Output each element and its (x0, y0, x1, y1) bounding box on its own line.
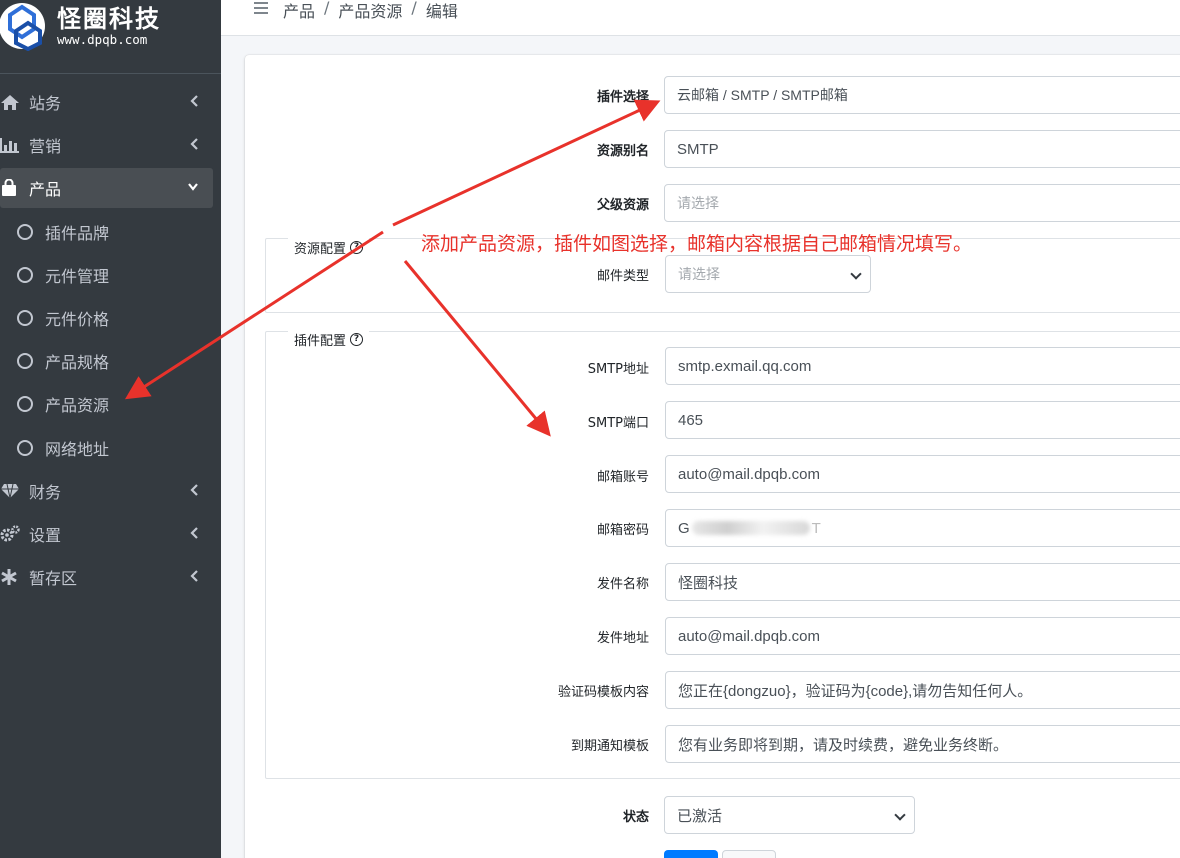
chevron-left-icon (190, 484, 198, 496)
chevron-left-icon (190, 138, 198, 150)
redacted-password-blur (691, 521, 810, 535)
breadcrumb-separator: / (411, 0, 417, 17)
email-password-input[interactable]: G T (665, 509, 1180, 547)
brand[interactable]: 怪圈科技 www.dpqb.com (0, 0, 221, 74)
sender-name-label: 发件名称 (596, 577, 649, 592)
shopping-bag-icon (0, 179, 22, 197)
sender-address-label: 发件地址 (596, 631, 649, 646)
sidebar-subitem-component-management[interactable]: 元件管理 (0, 255, 213, 295)
sidebar-subitem-label: 元件管理 (45, 267, 110, 286)
plugin-select-label: 插件选择 (596, 90, 649, 105)
code-template-label: 验证码模板内容 (557, 685, 649, 700)
brand-logo-icon (0, 3, 45, 51)
smtp-port-input[interactable]: 465 (665, 401, 1180, 439)
email-account-input[interactable]: auto@mail.dpqb.com (665, 455, 1180, 493)
plugin-config-legend-text: 插件配置 (294, 334, 347, 349)
expire-template-label: 到期通知模板 (570, 739, 649, 754)
sidebar-subitem-plugin-brand[interactable]: 插件品牌 (0, 212, 213, 252)
sidebar-subitem-label: 插件品牌 (45, 224, 110, 243)
sidebar-subitem-label: 元件价格 (45, 310, 110, 329)
chevron-left-icon (190, 527, 198, 539)
menu-toggle-icon[interactable] (253, 0, 269, 16)
sidebar-subitem-label: 产品资源 (45, 396, 110, 415)
circle-icon (17, 440, 33, 456)
gears-icon (0, 525, 22, 543)
sidebar-item-settings[interactable]: 设置 (0, 514, 213, 554)
chevron-left-icon (190, 570, 198, 582)
smtp-host-label: SMTP地址 (587, 362, 649, 377)
circle-icon (17, 396, 33, 412)
resource-config-legend-text: 资源配置 (294, 242, 347, 257)
sidebar-item-label: 站务 (29, 94, 62, 113)
sidebar-item-label: 财务 (29, 483, 62, 502)
breadcrumb-item-products[interactable]: 产品 (283, 0, 315, 22)
sidebar-item-products[interactable]: 产品 (0, 168, 213, 208)
smtp-port-label: SMTP端口 (587, 416, 649, 431)
sidebar-item-finance[interactable]: 财务 (0, 471, 213, 511)
resource-config-legend: 资源配置 ? (288, 238, 370, 257)
help-icon[interactable]: ? (350, 333, 364, 346)
parent-resource-label: 父级资源 (596, 198, 649, 213)
home-icon (0, 93, 22, 111)
parent-resource-select[interactable]: 请选择 (664, 184, 1180, 222)
sidebar-subitem-product-specs[interactable]: 产品规格 (0, 341, 213, 381)
reset-button[interactable] (722, 850, 776, 858)
top-navbar: 产品 / 产品资源 / 编辑 (221, 0, 1180, 36)
breadcrumb-separator: / (324, 0, 330, 17)
submit-button[interactable] (664, 850, 718, 858)
diamond-icon (0, 482, 22, 500)
sidebar-item-label: 设置 (29, 526, 62, 545)
resource-alias-input[interactable]: SMTP (664, 130, 1180, 168)
email-account-label: 邮箱账号 (596, 470, 649, 485)
plugin-config-legend: 插件配置 ? (288, 330, 370, 349)
breadcrumb-item-product-resources[interactable]: 产品资源 (338, 0, 402, 22)
sidebar-subitem-label: 产品规格 (45, 353, 110, 372)
bar-chart-icon (0, 136, 22, 154)
tutorial-annotation-text: 添加产品资源，插件如图选择，邮箱内容根据自己邮箱情况填写。 (421, 233, 973, 255)
sidebar-item-label: 产品 (29, 180, 62, 199)
circle-icon (17, 267, 33, 283)
password-prefix: G (678, 519, 690, 537)
circle-icon (17, 353, 33, 369)
chevron-down-icon (188, 183, 198, 191)
circle-icon (17, 224, 33, 240)
mail-type-label: 邮件类型 (596, 269, 649, 284)
status-label: 状态 (622, 810, 649, 825)
sidebar-item-label: 营销 (29, 137, 62, 156)
brand-name: 怪圈科技 (57, 5, 161, 33)
breadcrumb-item-edit: 编辑 (425, 2, 458, 21)
help-icon[interactable]: ? (350, 241, 364, 254)
sidebar-subitem-product-resources[interactable]: 产品资源 (0, 384, 213, 424)
sidebar-item-label: 暂存区 (29, 569, 78, 588)
sidebar-item-station[interactable]: 站务 (0, 82, 213, 122)
smtp-host-input[interactable]: smtp.exmail.qq.com (665, 347, 1180, 385)
sidebar-subitem-label: 网络地址 (45, 440, 110, 459)
plugin-select-field[interactable]: 云邮箱 / SMTP / SMTP邮箱 (664, 76, 1180, 114)
circle-icon (17, 310, 33, 326)
sidebar: 怪圈科技 www.dpqb.com 站务 营销 产品 插件品牌 元件管理 元件价… (0, 0, 221, 858)
sidebar-subitem-network-address[interactable]: 网络地址 (0, 428, 213, 468)
sender-name-input[interactable]: 怪圈科技 (665, 563, 1180, 601)
password-suffix: T (811, 519, 821, 537)
breadcrumb: 产品 / 产品资源 / 编辑 (283, 0, 458, 22)
expire-template-input[interactable]: 您有业务即将到期，请及时续费，避免业务终断。 (665, 725, 1180, 763)
sidebar-item-marketing[interactable]: 营销 (0, 125, 213, 165)
sender-address-input[interactable]: auto@mail.dpqb.com (665, 617, 1180, 655)
code-template-input[interactable]: 您正在{dongzuo}，验证码为{code},请勿告知任何人。 (665, 671, 1180, 709)
plugin-config-fieldset (265, 331, 1180, 779)
email-password-label: 邮箱密码 (596, 523, 649, 538)
mail-type-select[interactable]: 请选择 (665, 255, 871, 293)
status-select[interactable]: 已激活 (664, 796, 915, 834)
chevron-left-icon (190, 95, 198, 107)
asterisk-icon (0, 568, 22, 586)
brand-url: www.dpqb.com (57, 32, 148, 47)
resource-alias-label: 资源别名 (596, 144, 649, 159)
sidebar-item-staging[interactable]: 暂存区 (0, 557, 213, 597)
sidebar-subitem-component-price[interactable]: 元件价格 (0, 298, 213, 338)
